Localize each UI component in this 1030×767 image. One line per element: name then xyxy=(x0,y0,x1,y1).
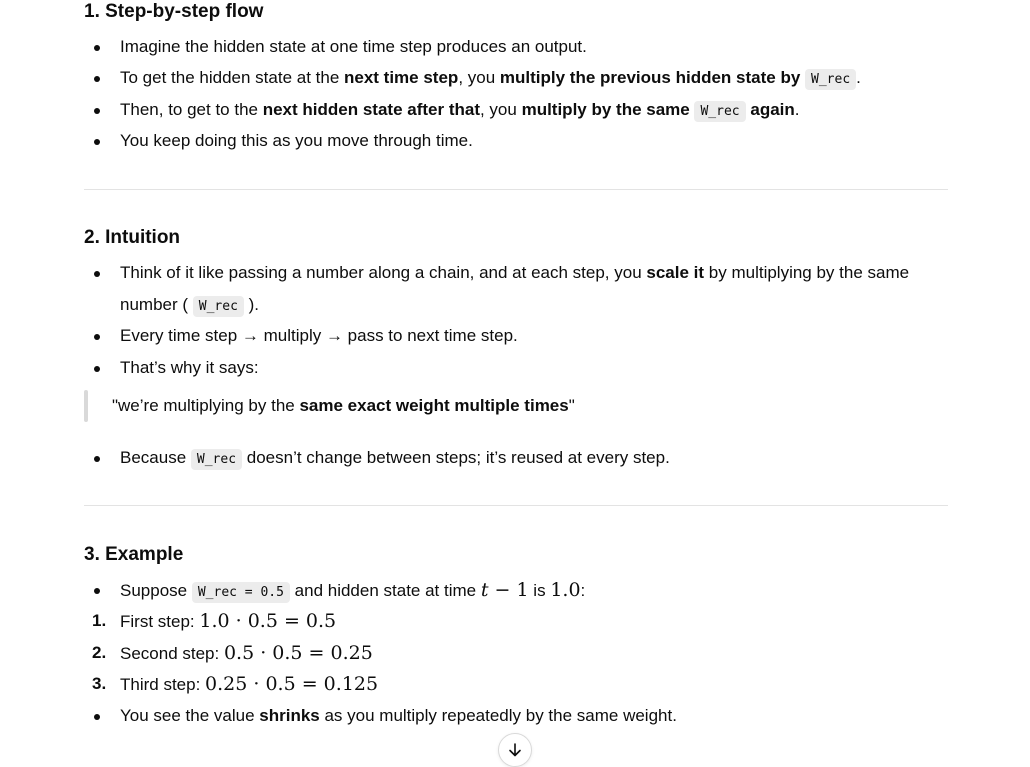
bullet-icon xyxy=(94,334,100,340)
step-number: 2. xyxy=(92,643,107,662)
list-item: You see the value shrinks as you multipl… xyxy=(84,700,948,732)
math-expression: 1.0 · 0.5 = 0.5 xyxy=(199,610,337,632)
list-item: Then, to get to the next hidden state af… xyxy=(84,94,948,128)
list-item: You keep doing this as you move through … xyxy=(84,125,948,157)
scroll-to-bottom-button[interactable] xyxy=(498,733,532,767)
inline-code: W_rec xyxy=(192,296,244,317)
numbered-step: 1. First step: 1.0 · 0.5 = 0.5 xyxy=(84,605,948,638)
blockquote-bar xyxy=(84,390,88,422)
inline-code: W_rec xyxy=(190,449,243,470)
section-heading-example: 3. Example xyxy=(84,544,184,565)
list-item: That’s why it says: xyxy=(84,352,948,384)
bullet-icon xyxy=(94,271,100,277)
list-item-continuation: number ( W_rec ). xyxy=(84,289,948,323)
list-item: Every time step → multiply → pass to nex… xyxy=(84,320,948,352)
list-item: Think of it like passing a number along … xyxy=(84,257,948,289)
section-divider xyxy=(84,505,948,506)
numbered-step: 3. Third step: 0.25 · 0.5 = 0.125 xyxy=(84,668,948,701)
blockquote: "we’re multiplying by the same exact wei… xyxy=(84,390,948,422)
inline-code: W_rec xyxy=(694,101,746,122)
list-item: To get the hidden state at the next time… xyxy=(84,62,948,96)
section-heading-step-by-step: 1. Step-by-step flow xyxy=(84,1,264,22)
inline-code: W_rec xyxy=(805,69,857,90)
inline-code: W_rec = 0.5 xyxy=(191,582,290,603)
numbered-step: 2. Second step: 0.5 · 0.5 = 0.25 xyxy=(84,637,948,670)
list-item: Because W_rec doesn’t change between ste… xyxy=(84,442,948,476)
bullet-icon xyxy=(94,108,100,114)
list-item: Imagine the hidden state at one time ste… xyxy=(84,31,948,63)
bullet-icon xyxy=(94,456,100,462)
bullet-icon xyxy=(94,366,100,372)
step-number: 3. xyxy=(92,674,107,693)
math-expression: 0.25 · 0.5 = 0.125 xyxy=(205,673,379,695)
bullet-icon xyxy=(94,45,100,51)
list-item: Suppose W_rec = 0.5 and hidden state at … xyxy=(84,574,948,609)
section-divider xyxy=(84,189,948,190)
bullet-icon xyxy=(94,714,100,720)
arrow-down-icon xyxy=(509,743,521,757)
bullet-icon xyxy=(94,588,100,594)
math-expression: 0.5 · 0.5 = 0.25 xyxy=(223,642,373,664)
step-number: 1. xyxy=(92,611,107,630)
bullet-icon xyxy=(94,139,100,145)
bullet-icon xyxy=(94,76,100,82)
section-heading-intuition: 2. Intuition xyxy=(84,227,181,248)
